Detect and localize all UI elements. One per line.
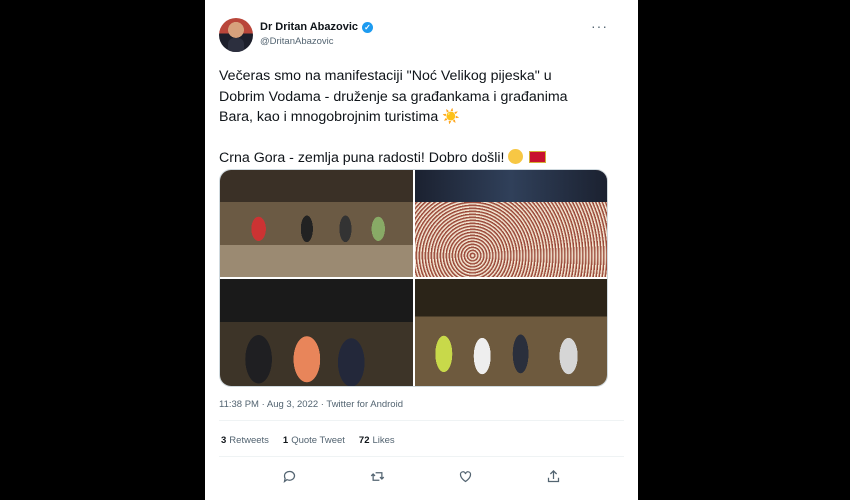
tweet-text-segment: Bara, kao i mnogobrojnim turistima — [219, 109, 439, 125]
tweet-actions — [205, 465, 638, 487]
tweet-photo[interactable] — [414, 279, 607, 386]
retweets-label: Retweets — [229, 435, 269, 446]
tweet-card: Dr Dritan Abazovic ✓ @DritanAbazovic ···… — [205, 0, 638, 500]
author-avatar[interactable] — [219, 18, 253, 52]
likes-label: Likes — [372, 435, 395, 446]
tweet-source[interactable]: Twitter for Android — [318, 399, 403, 410]
tweet-text-segment: Crna Gora - zemlja puna radosti! Dobro d… — [219, 149, 505, 166]
tweet-date[interactable]: Aug 3, 2022 — [259, 399, 318, 410]
tweet-media-grid — [219, 169, 608, 387]
author-handle[interactable]: @DritanAbazovic — [260, 36, 334, 47]
author-display-name[interactable]: Dr Dritan Abazovic — [260, 21, 358, 33]
retweets-count: 3 — [221, 435, 227, 446]
tweet-stats: 3 Retweets 1 Quote Tweet 72 Likes — [221, 435, 395, 446]
montenegro-flag-icon — [529, 150, 547, 163]
tweet-text-line: Večeras smo na manifestaciji "Noć Veliko… — [219, 68, 552, 84]
tweet-text: Večeras smo na manifestaciji "Noć Veliko… — [219, 66, 619, 168]
tweet-photo[interactable] — [220, 279, 413, 386]
quotes-stat[interactable]: 1 Quote Tweet — [283, 435, 345, 446]
divider — [219, 420, 624, 421]
tweet-text-line: Dobrim Vodama - druženje sa građankama i… — [219, 88, 568, 105]
tweet-text-line: Crna Gora - zemlja puna radosti! Dobro d… — [219, 148, 619, 169]
likes-stat[interactable]: 72 Likes — [359, 435, 395, 446]
author-name-row: Dr Dritan Abazovic ✓ — [260, 21, 374, 33]
tweet-time[interactable]: 11:38 PM — [219, 399, 259, 410]
divider — [219, 456, 624, 457]
tweet-meta: 11:38 PMAug 3, 2022Twitter for Android — [219, 399, 403, 410]
more-options-icon[interactable]: ··· — [591, 18, 608, 34]
like-icon[interactable] — [455, 465, 477, 487]
verified-badge-icon: ✓ — [362, 21, 374, 33]
share-icon[interactable] — [543, 465, 565, 487]
tweet-photo[interactable] — [414, 170, 607, 277]
tweet-photo[interactable] — [220, 170, 413, 277]
reply-icon[interactable] — [278, 465, 300, 487]
hugging-face-emoji-icon — [508, 148, 524, 164]
retweets-stat[interactable]: 3 Retweets — [221, 435, 269, 446]
likes-count: 72 — [358, 435, 370, 446]
retweet-icon[interactable] — [366, 465, 388, 487]
sun-emoji-icon: ☀️ — [442, 109, 460, 125]
quotes-label: Quote Tweet — [291, 435, 345, 446]
tweet-text-line: Bara, kao i mnogobrojnim turistima ☀️ — [219, 107, 619, 128]
quotes-count: 1 — [282, 435, 289, 446]
